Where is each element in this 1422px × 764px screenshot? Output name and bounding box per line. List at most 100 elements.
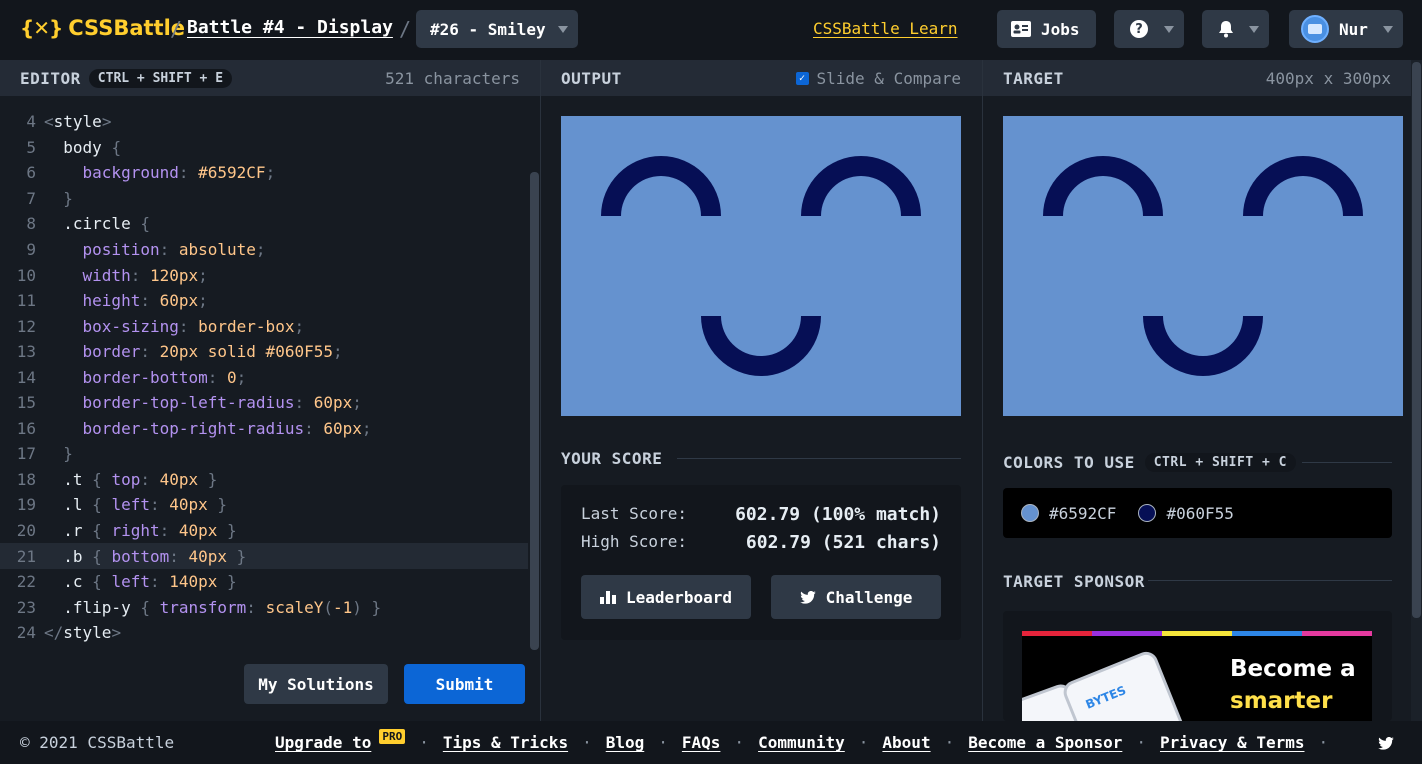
jobs-button[interactable]: Jobs <box>997 10 1096 48</box>
footer-link-about[interactable]: About <box>882 733 930 752</box>
code-line[interactable]: 9 position: absolute; <box>0 237 528 263</box>
leaderboard-button[interactable]: Leaderboard <box>581 575 751 619</box>
code-line[interactable]: 21 .b { bottom: 40px } <box>0 543 528 569</box>
color-swatch[interactable]: #6592CF <box>1021 504 1116 523</box>
user-name: Nur <box>1339 19 1368 39</box>
footer-link-tips[interactable]: Tips & Tricks <box>443 733 568 752</box>
chevron-down-icon <box>1383 26 1393 33</box>
footer-links: Upgrade to PRO · Tips & Tricks · Blog · … <box>275 729 1342 752</box>
learn-link[interactable]: CSSBattle Learn <box>813 19 958 38</box>
footer: © 2021 CSSBattle Upgrade to PRO · Tips &… <box>0 721 1422 764</box>
sponsor-banner-image[interactable]: BYTES Become a smarter <box>1022 631 1372 721</box>
page-scrollbar-thumb[interactable] <box>1412 62 1421 618</box>
code-token: box-sizing <box>82 316 179 336</box>
code-token: : <box>130 265 150 285</box>
user-menu-button[interactable]: Nur <box>1289 10 1403 48</box>
code-line[interactable]: 14 border-bottom: 0; <box>0 364 528 390</box>
footer-link-faqs[interactable]: FAQs <box>682 733 721 752</box>
code-line[interactable]: 17 } <box>0 441 528 467</box>
code-token: border-top-right-radius <box>82 418 305 438</box>
code-line[interactable]: 8 .circle { <box>0 211 528 237</box>
code-token: background <box>82 163 179 183</box>
code-token: { <box>92 495 112 515</box>
top-header: {✕} CSSBattle / Battle #4 - Display / #2… <box>0 0 1422 60</box>
code-line[interactable]: 24 </style > <box>0 620 528 646</box>
output-canvas[interactable] <box>561 116 961 416</box>
code-token: .b <box>44 546 93 566</box>
cssbattle-logo[interactable]: {✕} CSSBattle <box>20 16 185 40</box>
checkbox-checked-icon[interactable]: ✓ <box>795 72 809 85</box>
target-image[interactable] <box>1003 116 1403 416</box>
code-token: 0 <box>227 367 237 387</box>
twitter-icon <box>799 590 816 604</box>
code-token: .t <box>44 469 93 489</box>
editor-scrollbar-thumb[interactable] <box>530 172 539 650</box>
last-score-value: 602.79 (100% match) <box>735 504 941 525</box>
color-hex: #6592CF <box>1049 503 1117 523</box>
challenge-button[interactable]: Challenge <box>771 575 941 619</box>
code-line[interactable]: 11 height: 60px; <box>0 288 528 314</box>
code-line[interactable]: 10 width: 120px; <box>0 262 528 288</box>
help-menu-button[interactable]: ? <box>1114 10 1184 48</box>
code-lines[interactable]: 4 < style >5 body {6 background: #6592CF; 7 … <box>0 109 528 645</box>
notifications-button[interactable] <box>1202 10 1269 48</box>
bar-chart-icon <box>600 591 617 604</box>
code-token: 40px <box>169 495 208 515</box>
footer-link-blog[interactable]: Blog <box>606 733 645 752</box>
code-line[interactable]: 12 box-sizing: border-box; <box>0 313 528 339</box>
code-line[interactable]: 6 background: #6592CF; <box>0 160 528 186</box>
line-number: 12 <box>16 316 36 336</box>
line-number: 7 <box>26 188 36 208</box>
code-editor[interactable]: 4 < style >5 body {6 background: #6592CF; 7 … <box>0 96 540 721</box>
code-token: border <box>82 342 141 362</box>
code-line[interactable]: 4 < style > <box>0 109 528 135</box>
my-solutions-button[interactable]: My Solutions <box>244 664 388 704</box>
chevron-down-icon <box>1164 26 1174 33</box>
code-line[interactable]: 15 border-top-left-radius: 60px; <box>0 390 528 416</box>
code-token: ; <box>255 240 266 259</box>
code-token: : <box>149 572 170 592</box>
upgrade-link[interactable]: Upgrade to <box>275 733 371 752</box>
code-line[interactable]: 13 border: 20px solid #060F55; <box>0 339 528 365</box>
code-token: 120px <box>149 265 199 285</box>
code-token: 60px <box>313 393 353 413</box>
slide-compare-toggle[interactable]: ✓ Slide & Compare <box>795 69 961 88</box>
code-token: width <box>82 265 131 285</box>
sponsor-ad[interactable]: BYTES Become a smarter <box>1003 611 1392 721</box>
colors-title: COLORS TO USE <box>1003 453 1135 472</box>
logo-text: CSSBattle <box>68 16 186 40</box>
code-line[interactable]: 7 } <box>0 186 528 212</box>
code-line[interactable]: 22 .c { left: 140px } <box>0 569 528 595</box>
code-line[interactable]: 16 border-top-right-radius: 60px; <box>0 416 528 442</box>
footer-link-community[interactable]: Community <box>758 733 845 752</box>
code-token: border-bottom <box>82 367 208 387</box>
footer-link-sponsor[interactable]: Become a Sponsor <box>968 733 1122 752</box>
color-hex: #060F55 <box>1166 503 1234 523</box>
code-token: : <box>207 367 228 387</box>
target-header: TARGET 400px x 300px <box>983 60 1422 96</box>
code-line[interactable]: 23 .flip-y { transform: scaleY(-1) } <box>0 594 528 620</box>
score-panel: Last Score: 602.79 (100% match) High Sco… <box>561 485 961 640</box>
code-token: { <box>111 137 122 157</box>
submit-button[interactable]: Submit <box>404 664 525 704</box>
divider <box>1302 462 1392 463</box>
code-line[interactable]: 20 .r { right: 40px } <box>0 518 528 544</box>
breadcrumb-battle-link[interactable]: Battle #4 - Display <box>187 17 393 38</box>
footer-link-privacy[interactable]: Privacy & Terms <box>1160 733 1305 752</box>
line-number: 6 <box>26 163 36 183</box>
code-token: .c <box>44 572 93 592</box>
code-line[interactable]: 19 .l { left: 40px } <box>0 492 528 518</box>
line-number: 11 <box>16 291 36 311</box>
code-line[interactable]: 18 .t { top: 40px } <box>0 467 528 493</box>
code-token: .circle <box>44 214 141 234</box>
target-select-dropdown[interactable]: #26 - Smiley <box>416 10 578 48</box>
code-token: : <box>304 418 324 438</box>
color-swatch[interactable]: #060F55 <box>1138 503 1234 523</box>
code-token: ; <box>352 393 362 413</box>
code-line[interactable]: 5 body { <box>0 135 528 161</box>
twitter-icon[interactable] <box>1378 735 1394 754</box>
